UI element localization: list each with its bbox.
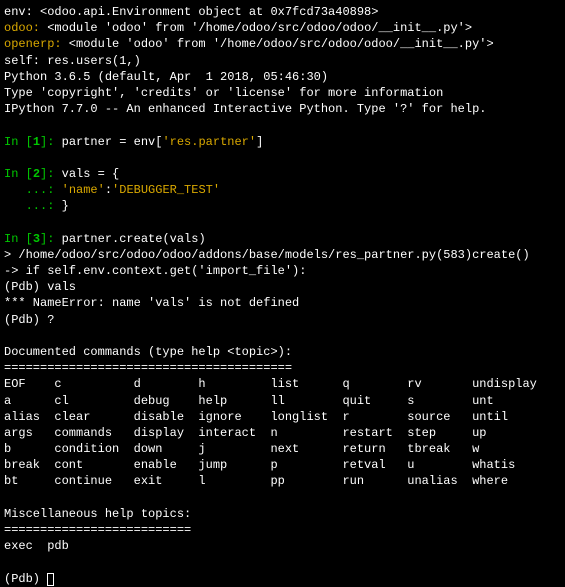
dict-key: 'name'	[54, 183, 104, 197]
cont-dots: ...:	[4, 199, 54, 213]
in-close: ]:	[40, 167, 54, 181]
odoo-line: odoo: <module 'odoo' from '/home/odoo/sr…	[4, 20, 561, 36]
code: ]	[256, 135, 263, 149]
env-line: env: <odoo.api.Environment object at 0x7…	[4, 4, 561, 20]
pdb-error: *** NameError: name 'vals' is not define…	[4, 295, 561, 311]
input-3[interactable]: In [3]: partner.create(vals)	[4, 231, 561, 247]
help-row: a cl debug help ll quit s unt	[4, 393, 561, 409]
pdb-source: -> if self.env.context.get('import_file'…	[4, 263, 561, 279]
odoo-val: <module 'odoo' from '/home/odoo/src/odoo…	[40, 21, 472, 35]
in-number: 1	[33, 135, 40, 149]
python-version: Python 3.6.5 (default, Apr 1 2018, 05:46…	[4, 69, 561, 85]
input-2-cont2[interactable]: ...: }	[4, 198, 561, 214]
in-prompt: In [	[4, 135, 33, 149]
in-number: 2	[33, 167, 40, 181]
in-prompt: In [	[4, 167, 33, 181]
help-row: alias clear disable ignore longlist r so…	[4, 409, 561, 425]
pdb-prompt-active[interactable]: (Pdb)	[4, 571, 561, 587]
pdb-trace: > /home/odoo/src/odoo/odoo/addons/base/m…	[4, 247, 561, 263]
input-1[interactable]: In [1]: partner = env['res.partner']	[4, 134, 561, 150]
pdb-input-vals[interactable]: (Pdb) vals	[4, 279, 561, 295]
pdb-input-help[interactable]: (Pdb) ?	[4, 312, 561, 328]
openerp-key: openerp:	[4, 37, 62, 51]
self-line: self: res.users(1,)	[4, 53, 561, 69]
code: partner.create(vals)	[54, 232, 205, 246]
code: vals = {	[54, 167, 119, 181]
in-close: ]:	[40, 232, 54, 246]
help-sep: ========================================	[4, 360, 561, 376]
help-row: bt continue exit l pp run unalias where	[4, 473, 561, 489]
misc-title: Miscellaneous help topics:	[4, 506, 561, 522]
string-literal: 'res.partner'	[162, 135, 256, 149]
pdb-prompt-text: (Pdb)	[4, 572, 47, 586]
misc-sep: ==========================	[4, 522, 561, 538]
help-title: Documented commands (type help <topic>):	[4, 344, 561, 360]
odoo-key: odoo:	[4, 21, 40, 35]
ipython-banner: IPython 7.7.0 -- An enhanced Interactive…	[4, 101, 561, 117]
code: partner = env[	[54, 135, 162, 149]
copyright-hint: Type 'copyright', 'credits' or 'license'…	[4, 85, 561, 101]
openerp-val: <module 'odoo' from '/home/odoo/src/odoo…	[62, 37, 494, 51]
cont-dots: ...:	[4, 183, 54, 197]
dict-val: 'DEBUGGER_TEST'	[112, 183, 220, 197]
misc-row: exec pdb	[4, 538, 561, 554]
cursor-icon	[47, 573, 54, 586]
code: }	[54, 199, 68, 213]
help-row: b condition down j next return tbreak w	[4, 441, 561, 457]
help-row: args commands display interact n restart…	[4, 425, 561, 441]
in-number: 3	[33, 232, 40, 246]
help-row: EOF c d h list q rv undisplay	[4, 376, 561, 392]
in-prompt: In [	[4, 232, 33, 246]
help-row: break cont enable jump p retval u whatis	[4, 457, 561, 473]
openerp-line: openerp: <module 'odoo' from '/home/odoo…	[4, 36, 561, 52]
in-close: ]:	[40, 135, 54, 149]
colon: :	[105, 183, 112, 197]
input-2[interactable]: In [2]: vals = {	[4, 166, 561, 182]
input-2-cont1[interactable]: ...: 'name':'DEBUGGER_TEST'	[4, 182, 561, 198]
